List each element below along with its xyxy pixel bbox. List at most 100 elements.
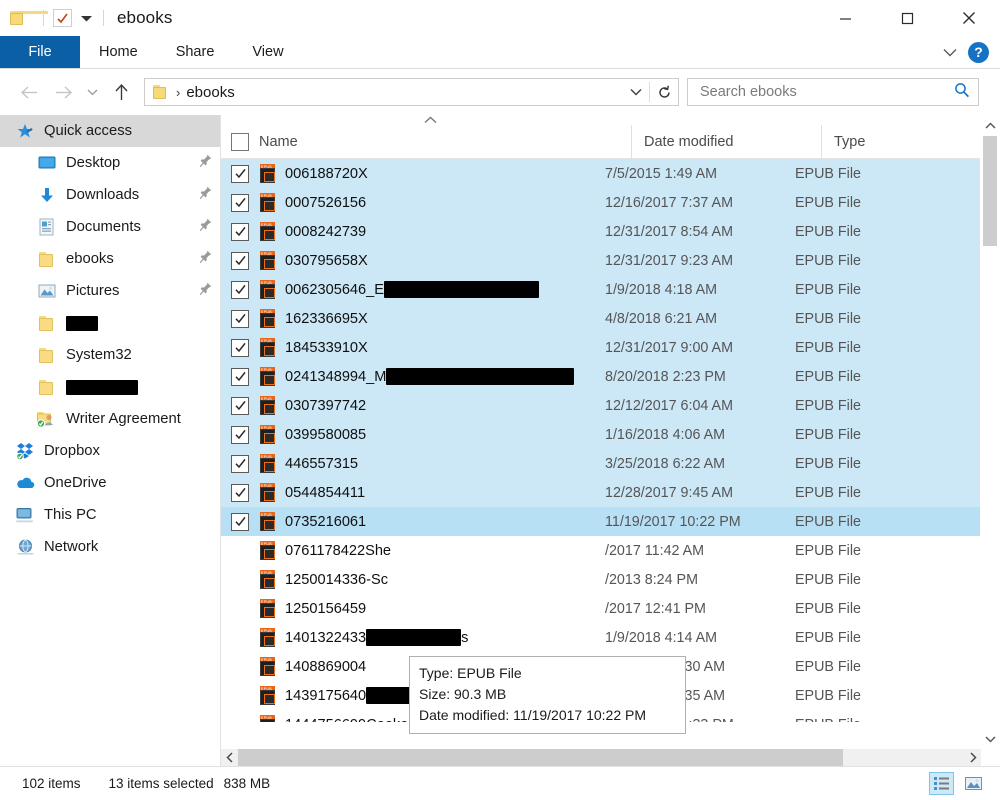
row-checkbox-cell[interactable] (221, 223, 259, 241)
tab-view[interactable]: View (233, 36, 302, 68)
column-header-name[interactable]: Name (259, 125, 631, 159)
table-row[interactable]: EPUB184533910X12/31/2017 9:00 AMEPUB Fil… (221, 333, 981, 362)
recent-locations-button[interactable] (80, 77, 104, 107)
table-row[interactable]: EPUB0062305646_E1/9/2018 4:18 AMEPUB Fil… (221, 275, 981, 304)
maximize-button[interactable] (876, 0, 938, 36)
table-row[interactable]: EPUB1250014336-Sc/2013 8:24 PMEPUB File (221, 565, 981, 594)
table-row[interactable]: EPUB0241348994_M8/20/2018 2:23 PMEPUB Fi… (221, 362, 981, 391)
row-checkbox[interactable] (231, 310, 249, 328)
row-checkbox[interactable] (231, 484, 249, 502)
table-row[interactable]: EPUB054485441112/28/2017 9:45 AMEPUB Fil… (221, 478, 981, 507)
tab-home[interactable]: Home (80, 36, 157, 68)
sidebar-item-downloads[interactable]: Downloads (0, 179, 220, 211)
address-bar[interactable]: › ebooks (144, 78, 679, 106)
pin-icon[interactable] (199, 282, 212, 300)
chevron-down-icon[interactable] (623, 79, 649, 105)
scroll-up-button[interactable] (980, 115, 1000, 136)
select-all-checkbox[interactable] (231, 133, 249, 151)
checkbox-properties-icon[interactable] (53, 9, 72, 27)
forward-button[interactable] (46, 77, 80, 107)
search-input[interactable] (698, 83, 948, 101)
row-checkbox[interactable] (231, 252, 249, 270)
expand-ribbon-button[interactable] (938, 40, 962, 64)
row-checkbox-cell[interactable] (221, 194, 259, 212)
row-checkbox-cell[interactable] (221, 252, 259, 270)
row-checkbox-cell[interactable] (221, 397, 259, 415)
row-checkbox-cell[interactable] (221, 513, 259, 531)
sidebar-item-writer-agreement[interactable]: Writer Agreement (0, 403, 220, 435)
table-row[interactable]: EPUB4465573153/25/2018 6:22 AMEPUB File (221, 449, 981, 478)
vertical-scroll-thumb[interactable] (983, 136, 997, 246)
scroll-down-button[interactable] (980, 728, 1000, 749)
help-button[interactable]: ? (968, 42, 989, 63)
pin-icon[interactable] (199, 218, 212, 236)
row-checkbox-cell[interactable] (221, 165, 259, 183)
select-all-checkbox-cell[interactable] (221, 133, 259, 151)
sidebar-item-quick-access[interactable]: Quick access (0, 115, 220, 147)
close-button[interactable] (938, 0, 1000, 36)
sidebar-item-onedrive[interactable]: OneDrive (0, 467, 220, 499)
row-checkbox-cell[interactable] (221, 426, 259, 444)
sidebar-item-pictures[interactable]: Pictures (0, 275, 220, 307)
tab-file[interactable]: File (0, 36, 80, 68)
table-row[interactable]: EPUB162336695X4/8/2018 6:21 AMEPUB File (221, 304, 981, 333)
row-checkbox-cell[interactable] (221, 281, 259, 299)
sidebar-item-documents[interactable]: Documents (0, 211, 220, 243)
table-row[interactable]: EPUB000824273912/31/2017 8:54 AMEPUB Fil… (221, 217, 981, 246)
row-checkbox-cell[interactable] (221, 455, 259, 473)
table-row[interactable]: EPUB030795658X12/31/2017 9:23 AMEPUB Fil… (221, 246, 981, 275)
row-checkbox[interactable] (231, 194, 249, 212)
row-checkbox[interactable] (231, 426, 249, 444)
table-row[interactable]: EPUB0761178422She/2017 11:42 AMEPUB File (221, 536, 981, 565)
row-checkbox[interactable] (231, 513, 249, 531)
table-row[interactable]: EPUB03995800851/16/2018 4:06 AMEPUB File (221, 420, 981, 449)
row-checkbox[interactable] (231, 397, 249, 415)
table-row[interactable]: EPUB1250156459/2017 12:41 PMEPUB File (221, 594, 981, 623)
scroll-right-button[interactable] (964, 749, 981, 766)
sidebar-item-dropbox[interactable]: Dropbox (0, 435, 220, 467)
refresh-icon[interactable] (650, 79, 678, 105)
table-row[interactable]: EPUB006188720X7/5/2015 1:49 AMEPUB File (221, 159, 981, 188)
back-button[interactable] (12, 77, 46, 107)
sidebar-item-desktop[interactable]: Desktop (0, 147, 220, 179)
row-checkbox[interactable] (231, 281, 249, 299)
row-checkbox-cell[interactable] (221, 484, 259, 502)
up-button[interactable] (104, 77, 138, 107)
sidebar-item-network[interactable]: Network (0, 531, 220, 563)
horizontal-scroll-track[interactable] (238, 749, 964, 766)
table-row[interactable]: EPUB1401322433s1/9/2018 4:14 AMEPUB File (221, 623, 981, 652)
row-checkbox[interactable] (231, 165, 249, 183)
sidebar-item-ebooks[interactable]: ebooks (0, 243, 220, 275)
details-view-icon[interactable] (929, 772, 954, 795)
sidebar-item-system32[interactable]: System32 (0, 339, 220, 371)
table-row[interactable]: EPUB073521606111/19/2017 10:22 PMEPUB Fi… (221, 507, 981, 536)
search-icon[interactable] (954, 82, 970, 103)
search-box[interactable] (687, 78, 979, 106)
horizontal-scroll-thumb[interactable] (238, 749, 843, 766)
pin-icon[interactable] (199, 154, 212, 172)
minimize-button[interactable] (814, 0, 876, 36)
row-checkbox-cell[interactable] (221, 339, 259, 357)
column-header-date-modified[interactable]: Date modified (631, 125, 821, 159)
row-checkbox-cell[interactable] (221, 368, 259, 386)
row-checkbox[interactable] (231, 368, 249, 386)
chevron-down-icon[interactable] (78, 9, 94, 27)
row-checkbox[interactable] (231, 223, 249, 241)
row-checkbox-cell[interactable] (221, 310, 259, 328)
horizontal-scrollbar[interactable] (221, 749, 981, 766)
row-checkbox[interactable] (231, 455, 249, 473)
sidebar-item-redacted-8[interactable] (0, 371, 220, 403)
sidebar-item-redacted-6[interactable] (0, 307, 220, 339)
table-row[interactable]: EPUB000752615612/16/2017 7:37 AMEPUB Fil… (221, 188, 981, 217)
column-header-type[interactable]: Type (821, 125, 981, 159)
tab-share[interactable]: Share (157, 36, 234, 68)
pin-icon[interactable] (199, 250, 212, 268)
large-icons-view-icon[interactable] (961, 772, 986, 795)
row-checkbox[interactable] (231, 339, 249, 357)
sidebar-item-this-pc[interactable]: This PC (0, 499, 220, 531)
vertical-scrollbar[interactable] (980, 115, 1000, 749)
table-row[interactable]: EPUB030739774212/12/2017 6:04 AMEPUB Fil… (221, 391, 981, 420)
scroll-left-button[interactable] (221, 749, 238, 766)
pin-icon[interactable] (199, 186, 212, 204)
breadcrumb[interactable]: ebooks (186, 84, 234, 101)
